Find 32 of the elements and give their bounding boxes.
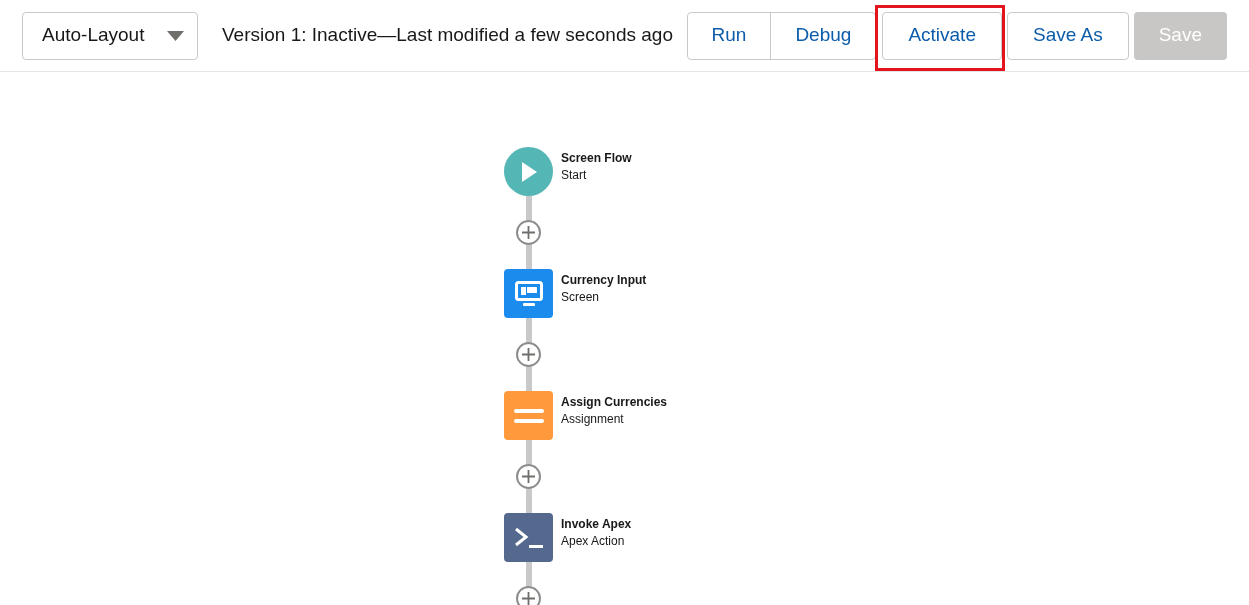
node-title: Assign Currencies: [561, 394, 668, 411]
toolbar-button[interactable]: Debug: [770, 12, 876, 59]
toolbar-button[interactable]: Save As: [1006, 11, 1129, 60]
plus-icon: [522, 592, 535, 605]
toolbar-button[interactable]: Activate: [882, 11, 1002, 60]
add-element-button[interactable]: [516, 464, 541, 489]
monitor-icon: [514, 280, 543, 307]
toolbar-button[interactable]: Run: [687, 12, 771, 59]
layout-dropdown[interactable]: Auto-Layout: [22, 11, 198, 60]
plus-icon: [522, 226, 535, 239]
equals-icon: [513, 408, 544, 423]
add-element-button[interactable]: [516, 586, 541, 605]
add-element-button[interactable]: [516, 342, 541, 367]
node-title: Currency Input: [561, 272, 647, 289]
add-element-button[interactable]: [516, 220, 541, 245]
play-icon: [519, 160, 538, 183]
caret-down-icon: [167, 30, 184, 41]
node-type: Assignment: [561, 411, 625, 428]
version-status: Version 1: Inactive—Last modified a few seconds ago: [222, 23, 673, 48]
toolbar-button: Save: [1133, 11, 1227, 60]
assignment-node[interactable]: [504, 391, 553, 440]
node-type: Apex Action: [561, 533, 626, 550]
screen-node[interactable]: [504, 269, 553, 318]
plus-icon: [522, 348, 535, 361]
node-type: Start: [561, 167, 588, 184]
node-type: Screen: [561, 289, 601, 306]
apex-action-node[interactable]: [504, 513, 553, 562]
node-title: Screen Flow: [561, 150, 632, 167]
start-node[interactable]: [504, 147, 553, 196]
plus-icon: [522, 470, 535, 483]
terminal-prompt-icon: [513, 526, 544, 549]
node-title: Invoke Apex: [561, 516, 632, 533]
